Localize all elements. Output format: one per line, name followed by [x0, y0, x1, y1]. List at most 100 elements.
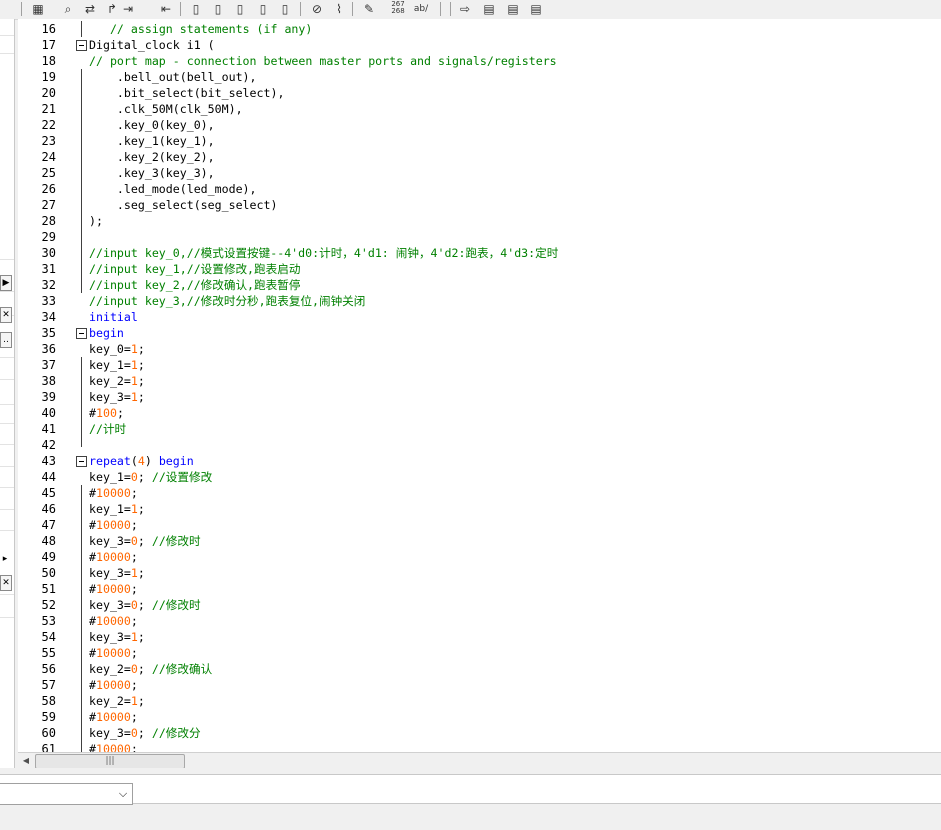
close-button-2[interactable]: ✕	[0, 575, 12, 591]
jump-icon[interactable]: ⇨	[457, 1, 473, 17]
code-line[interactable]: key_3=1;	[89, 565, 145, 581]
code-line[interactable]: key_3=1;	[89, 389, 145, 405]
code-line[interactable]: .bit_select(bit_select),	[89, 85, 285, 101]
panel-divider	[0, 404, 14, 405]
scroll-icon[interactable]: ⌇	[331, 1, 347, 17]
line-number-gutter: 16 17 18 19 20 21 22 23 24 25 26 27 28 29 30 31 32 33 34 35…	[18, 19, 75, 752]
line-number: 29	[41, 230, 56, 244]
code-line[interactable]: #10000;	[89, 709, 138, 725]
expand-arrow-icon[interactable]: ▸	[0, 552, 10, 566]
bookmark-list-icon[interactable]: ▯	[277, 1, 293, 17]
code-line[interactable]: key_2=1;	[89, 373, 145, 389]
scroll-left-icon[interactable]: ◀	[18, 753, 34, 769]
close-button[interactable]: ✕	[0, 307, 12, 323]
stamp-icon[interactable]: ▦	[30, 1, 46, 17]
code-line[interactable]: );	[89, 213, 103, 229]
fold-margin[interactable]	[75, 19, 90, 752]
code-line[interactable]: key_3=1;	[89, 629, 145, 645]
code-line[interactable]: key_0=1;	[89, 341, 145, 357]
fold-guide	[81, 21, 82, 37]
code-line[interactable]: // assign statements (if any)	[89, 21, 312, 37]
doc3-icon[interactable]: ▤	[528, 1, 544, 17]
line-number: 26	[41, 182, 56, 196]
code-line[interactable]: #10000;	[89, 613, 138, 629]
code-line[interactable]: #10000;	[89, 581, 138, 597]
fold-toggle-icon[interactable]	[76, 456, 87, 467]
panel-divider	[0, 357, 14, 358]
code-line[interactable]: key_2=1;	[89, 693, 145, 709]
bookmark-clear-icon[interactable]: ▯	[255, 1, 271, 17]
bookmark-next-icon[interactable]: ▯	[210, 1, 226, 17]
outdent-icon[interactable]: ⇤	[158, 1, 174, 17]
panel-divider	[0, 530, 14, 531]
play-button[interactable]: ▶	[0, 275, 12, 291]
edit-icon[interactable]: ✎	[361, 1, 377, 17]
insert-number-icon[interactable]: 267 268	[389, 1, 407, 17]
fold-toggle-icon[interactable]	[76, 40, 87, 51]
doc-icon[interactable]: ▤	[481, 1, 497, 17]
code-line[interactable]: //计时	[89, 421, 126, 437]
spell-icon[interactable]: ab/	[411, 1, 431, 17]
code-line[interactable]: key_1=1;	[89, 501, 145, 517]
fold-toggle-icon[interactable]	[76, 328, 87, 339]
panel-divider	[0, 423, 14, 424]
code-line[interactable]: #10000;	[89, 645, 138, 661]
code-line[interactable]: // port map - connection between master …	[89, 53, 557, 69]
line-number: 22	[41, 118, 56, 132]
code-line[interactable]: key_2=0; //修改确认	[89, 661, 212, 677]
indent-icon[interactable]: ⇥	[120, 1, 136, 17]
code-line[interactable]: #10000;	[89, 549, 138, 565]
number-bottom: 268	[391, 7, 405, 15]
panel-divider	[0, 466, 14, 467]
code-line[interactable]: //input key_2,//修改确认,跑表暂停	[89, 277, 300, 293]
code-line[interactable]: .key_1(key_1),	[89, 133, 215, 149]
chevron-down-icon[interactable]: ⌵	[116, 784, 130, 804]
line-number: 18	[41, 54, 56, 68]
code-line[interactable]: .clk_50M(clk_50M),	[89, 101, 243, 117]
status-bar	[0, 808, 941, 830]
code-line[interactable]: begin	[89, 325, 124, 341]
code-line[interactable]: #10000;	[89, 517, 138, 533]
code-line[interactable]: .bell_out(bell_out),	[89, 69, 257, 85]
code-line[interactable]: #10000;	[89, 741, 138, 752]
code-line[interactable]: //input key_3,//修改时分秒,跑表复位,闹钟关闭	[89, 293, 365, 309]
more-button[interactable]: ..	[0, 332, 12, 348]
bottom-bar: ⌵	[0, 774, 941, 805]
replace-icon[interactable]: ⇄	[82, 1, 98, 17]
attach-icon[interactable]: ⊘	[309, 1, 325, 17]
line-number: 28	[41, 214, 56, 228]
function-dropdown[interactable]: ⌵	[0, 783, 133, 805]
code-line[interactable]: #10000;	[89, 485, 138, 501]
code-line[interactable]: //input key_1,//设置修改,跑表启动	[89, 261, 300, 277]
panel-divider	[0, 379, 14, 380]
goto-icon[interactable]: ↱	[104, 1, 120, 17]
bookmark-icon[interactable]: ▯	[188, 1, 204, 17]
find-icon[interactable]: ⌕	[60, 1, 76, 17]
code-line[interactable]: initial	[89, 309, 138, 325]
code-line[interactable]: key_1=0; //设置修改	[89, 469, 212, 485]
code-line[interactable]: repeat(4) begin	[89, 453, 194, 469]
code-line[interactable]: .seg_select(seg_select)	[89, 197, 278, 213]
line-number: 46	[41, 502, 56, 516]
line-number: 37	[41, 358, 56, 372]
line-number: 50	[41, 566, 56, 580]
code-line[interactable]: key_3=0; //修改分	[89, 725, 201, 741]
line-number: 41	[41, 422, 56, 436]
code-line[interactable]: .key_0(key_0),	[89, 117, 215, 133]
code-line[interactable]: key_3=0; //修改时	[89, 533, 201, 549]
code-area[interactable]: // assign statements (if any) Digital_clo…	[89, 19, 941, 752]
code-line[interactable]: .led_mode(led_mode),	[89, 181, 257, 197]
doc2-icon[interactable]: ▤	[505, 1, 521, 17]
bookmark-prev-icon[interactable]: ▯	[232, 1, 248, 17]
code-line[interactable]: #100;	[89, 405, 124, 421]
scroll-thumb[interactable]: |||	[35, 754, 185, 769]
code-line[interactable]: Digital_clock i1 (	[89, 37, 215, 53]
code-line[interactable]: //input key_0,//模式设置按键--4'd0:计时，4'd1: 闹钟…	[89, 245, 558, 261]
horizontal-scrollbar[interactable]: ◀ |||	[18, 752, 941, 769]
code-editor[interactable]: 16 17 18 19 20 21 22 23 24 25 26 27 28 29 30 31 32 33 34 35…	[18, 19, 941, 752]
code-line[interactable]: key_1=1;	[89, 357, 145, 373]
code-line[interactable]: key_3=0; //修改时	[89, 597, 201, 613]
code-line[interactable]: #10000;	[89, 677, 138, 693]
code-line[interactable]: .key_2(key_2),	[89, 149, 215, 165]
code-line[interactable]: .key_3(key_3),	[89, 165, 215, 181]
